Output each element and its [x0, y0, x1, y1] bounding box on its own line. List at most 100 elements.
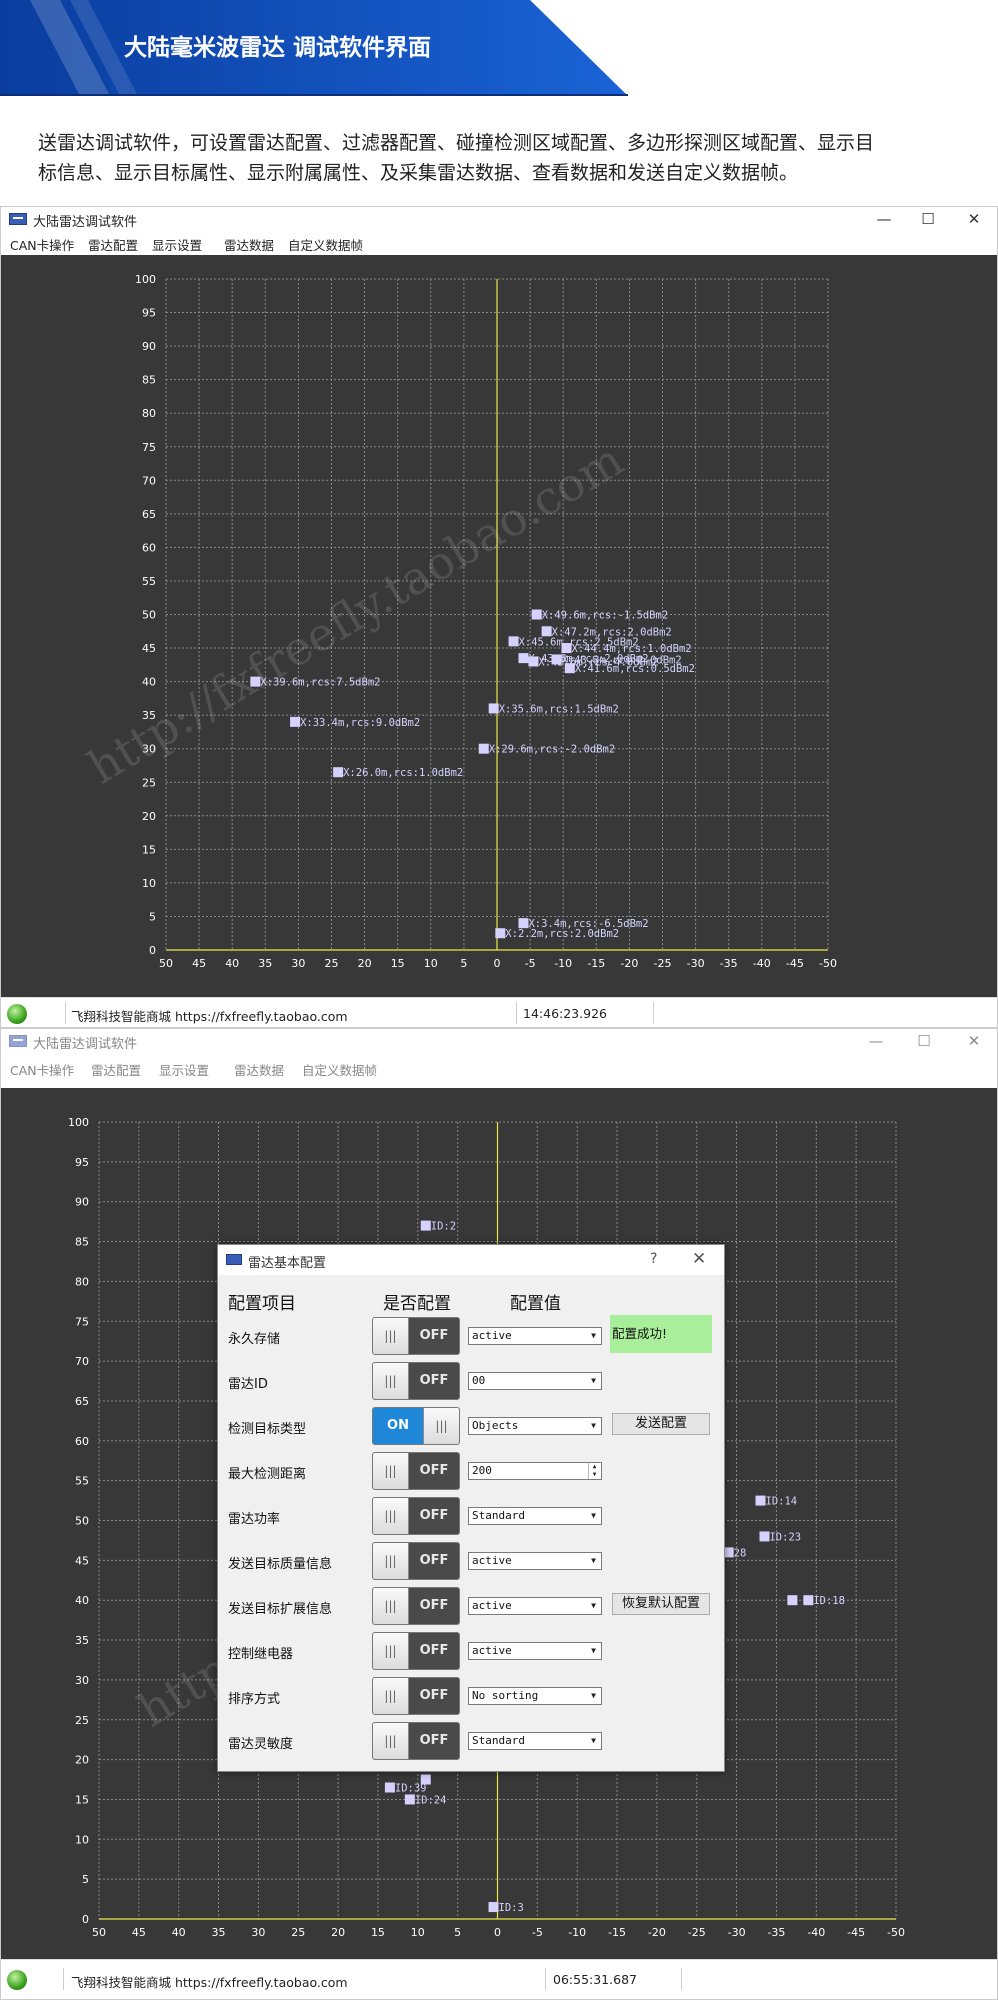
status-bar: 飞翔科技智能商城 https://fxfreefly.taobao.com 06…: [1, 1959, 997, 1999]
maximize-button[interactable]: ☐: [913, 209, 943, 229]
menu-can-card[interactable]: CAN卡操作: [10, 235, 74, 254]
radar-target-label: X:29.6m,rcs:-2.0dBm2: [489, 744, 615, 756]
restore-default-button[interactable]: 恢复默认配置: [612, 1593, 710, 1615]
status-separator: [681, 1968, 682, 1990]
menu-radar-config[interactable]: 雷达配置: [91, 1060, 141, 1079]
y-tick-label: 0: [82, 1913, 89, 1926]
dropdown-arrow-icon[interactable]: ▼: [587, 1509, 600, 1523]
x-tick-label: 25: [291, 1926, 305, 1939]
app-icon: [9, 213, 27, 225]
config-enable-toggle[interactable]: ||| OFF: [372, 1587, 460, 1625]
dropdown-arrow-icon[interactable]: ▼: [587, 1734, 600, 1748]
menu-radar-data[interactable]: 雷达数据: [224, 235, 274, 254]
radar-plot[interactable]: 0510152025303540455055606570758085909510…: [1, 255, 997, 997]
x-tick-label: -30: [687, 957, 705, 970]
titlebar: 大陆雷达调试软件 — ☐ ✕: [1, 207, 997, 231]
radar-target-marker: [564, 663, 575, 674]
dialog-titlebar: 雷达基本配置 ? ✕: [218, 1245, 724, 1275]
radar-config-dialog: 雷达基本配置 ? ✕ 配置项目 是否配置 配置值 永久存储 ||| OFF activ…: [217, 1244, 725, 1772]
x-tick-label: 40: [172, 1926, 186, 1939]
minimize-button[interactable]: —: [861, 1031, 891, 1051]
menu-custom-frame[interactable]: 自定义数据帧: [302, 1060, 377, 1079]
toggle-knob[interactable]: |||: [373, 1723, 409, 1759]
close-button[interactable]: ✕: [959, 209, 989, 229]
y-tick-label: 60: [75, 1435, 89, 1448]
menu-display-settings[interactable]: 显示设置: [152, 235, 202, 254]
radar-target-marker: [531, 609, 542, 620]
spin-arrows-icon[interactable]: ▲ ▼: [588, 1463, 600, 1479]
y-tick-label: 35: [75, 1634, 89, 1647]
config-value-select[interactable]: Objects ▼: [468, 1417, 602, 1435]
config-enable-toggle[interactable]: ||| OFF: [372, 1677, 460, 1715]
menubar: CAN卡操作 雷达配置 显示设置 雷达数据 自定义数据帧: [1, 231, 997, 255]
dropdown-arrow-icon[interactable]: ▼: [587, 1374, 600, 1388]
y-tick-label: 100: [68, 1116, 89, 1129]
dialog-close-button[interactable]: ✕: [692, 1249, 706, 1269]
config-value-text: active: [472, 1329, 512, 1342]
y-tick-label: 60: [142, 541, 156, 554]
radar-target-marker: [755, 1495, 766, 1506]
config-value-spinbox[interactable]: 200 ▲ ▼: [468, 1462, 602, 1480]
dropdown-arrow-icon[interactable]: ▼: [587, 1419, 600, 1433]
toggle-knob[interactable]: |||: [423, 1408, 459, 1444]
radar-target-marker: [420, 1220, 431, 1231]
dropdown-arrow-icon[interactable]: ▼: [587, 1329, 600, 1343]
x-tick-label: 25: [325, 957, 339, 970]
config-enable-toggle[interactable]: ||| OFF: [372, 1362, 460, 1400]
config-enable-toggle[interactable]: ||| OFF: [372, 1452, 460, 1490]
radar-target-marker: [518, 918, 529, 929]
help-button[interactable]: ?: [650, 1251, 657, 1267]
config-enable-toggle[interactable]: ||| OFF: [372, 1317, 460, 1355]
menu-display-settings[interactable]: 显示设置: [159, 1060, 209, 1079]
dropdown-arrow-icon[interactable]: ▼: [587, 1689, 600, 1703]
config-value-select[interactable]: No sorting ▼: [468, 1687, 602, 1705]
config-row-label: 永久存储: [228, 1332, 281, 1347]
status-bar: 飞翔科技智能商城 https://fxfreefly.taobao.com 14…: [1, 997, 997, 1027]
toggle-off-label: OFF: [419, 1508, 449, 1523]
dropdown-arrow-icon[interactable]: ▼: [587, 1599, 600, 1613]
dropdown-arrow-icon[interactable]: ▼: [587, 1554, 600, 1568]
maximize-button[interactable]: ☐: [909, 1031, 939, 1051]
config-value-select[interactable]: Standard ▼: [468, 1507, 602, 1525]
dropdown-arrow-icon[interactable]: ▼: [587, 1644, 600, 1658]
app-icon: [9, 1035, 27, 1047]
toggle-knob[interactable]: |||: [373, 1318, 409, 1354]
y-tick-label: 95: [75, 1156, 89, 1169]
close-button[interactable]: ✕: [959, 1031, 989, 1051]
config-value-select[interactable]: active ▼: [468, 1552, 602, 1570]
toggle-knob[interactable]: |||: [373, 1453, 409, 1489]
description: 送雷达调试软件，可设置雷达配置、过滤器配置、碰撞检测区域配置、多边形探测区域配置…: [38, 128, 978, 188]
config-enable-toggle[interactable]: ||| OFF: [372, 1497, 460, 1535]
config-value-text: active: [472, 1554, 512, 1567]
menu-can-card[interactable]: CAN卡操作: [10, 1060, 74, 1079]
banner: 大陆毫米波雷达 调试软件界面: [0, 0, 998, 96]
menu-radar-data[interactable]: 雷达数据: [234, 1060, 284, 1079]
config-value-select[interactable]: active ▼: [468, 1642, 602, 1660]
toggle-knob[interactable]: |||: [373, 1363, 409, 1399]
config-value-select[interactable]: active ▼: [468, 1597, 602, 1615]
radar-plot-area[interactable]: 0 5 10 15 20 25 30 35 40 45 50 55 60 65 70 75 80 85 90 95 10…: [1, 255, 997, 997]
menu-radar-config[interactable]: 雷达配置: [88, 235, 138, 254]
toggle-knob[interactable]: |||: [373, 1678, 409, 1714]
config-enable-toggle[interactable]: ||| OFF: [372, 1722, 460, 1760]
toggle-off-label: OFF: [419, 1598, 449, 1613]
x-tick-label: -35: [767, 1926, 785, 1939]
config-value-select[interactable]: Standard ▼: [468, 1732, 602, 1750]
toggle-knob[interactable]: |||: [373, 1543, 409, 1579]
toggle-knob[interactable]: |||: [373, 1633, 409, 1669]
config-enable-toggle[interactable]: ON |||: [372, 1407, 460, 1445]
config-value-select[interactable]: 00 ▼: [468, 1372, 602, 1390]
config-value-select[interactable]: active ▼: [468, 1327, 602, 1345]
radar-target-label: ID:18: [813, 1595, 845, 1607]
toggle-knob[interactable]: |||: [373, 1588, 409, 1624]
radar-app-window-main: 大陆雷达调试软件 — ☐ ✕ CAN卡操作 雷达配置 显示设置 雷达数据 自定义…: [0, 206, 998, 1028]
y-tick-label: 45: [75, 1554, 89, 1567]
config-enable-toggle[interactable]: ||| OFF: [372, 1632, 460, 1670]
menu-custom-frame[interactable]: 自定义数据帧: [288, 235, 363, 254]
toggle-off-label: OFF: [419, 1688, 449, 1703]
send-config-button[interactable]: 发送配置: [612, 1413, 710, 1435]
radar-target-label: X:33.4m,rcs:9.0dBm2: [300, 717, 420, 729]
config-enable-toggle[interactable]: ||| OFF: [372, 1542, 460, 1580]
toggle-knob[interactable]: |||: [373, 1498, 409, 1534]
minimize-button[interactable]: —: [869, 209, 899, 229]
